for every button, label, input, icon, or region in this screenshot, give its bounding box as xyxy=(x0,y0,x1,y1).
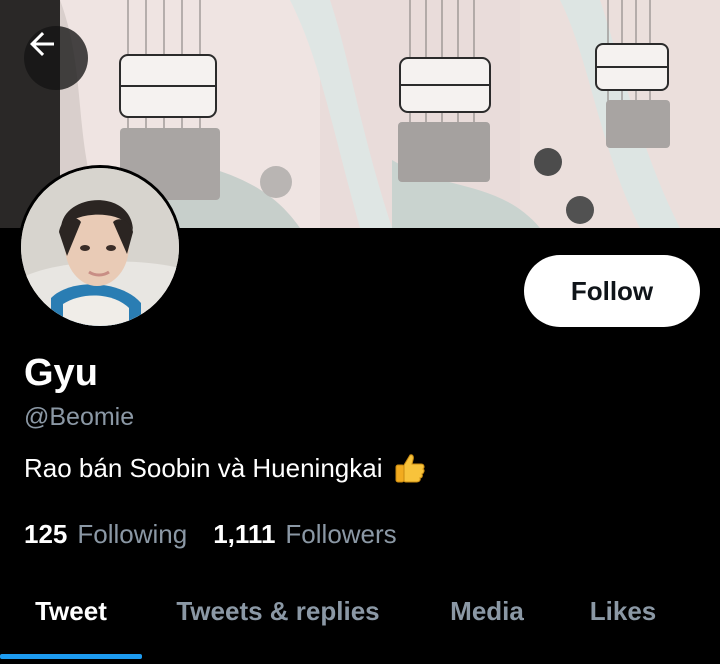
tab-likes[interactable]: Likes xyxy=(572,580,674,642)
back-button[interactable] xyxy=(24,26,88,90)
profile-bio: Rao bán Soobin và Hueningkai xyxy=(24,451,426,485)
tab-media[interactable]: Media xyxy=(428,580,546,642)
profile-tabs: Tweet Tweets & replies Media Likes xyxy=(0,580,720,664)
following-link[interactable]: 125 Following xyxy=(24,517,187,551)
avatar[interactable] xyxy=(18,165,182,329)
following-label: Following xyxy=(77,519,188,549)
user-handle: @Beomie xyxy=(24,403,135,431)
active-tab-indicator xyxy=(0,654,142,659)
avatar-photo xyxy=(21,168,179,326)
following-count: 125 xyxy=(24,519,68,549)
bio-text: Rao bán Soobin và Hueningkai xyxy=(24,453,383,483)
follow-button[interactable]: Follow xyxy=(524,255,700,327)
tab-tweet[interactable]: Tweet xyxy=(0,580,142,642)
arrow-left-icon xyxy=(30,32,54,56)
thumbs-up-icon xyxy=(392,451,426,485)
follow-stats: 125 Following 1,111 Followers xyxy=(24,517,397,551)
followers-label: Followers xyxy=(285,519,397,549)
followers-link[interactable]: 1,111 Followers xyxy=(213,517,396,551)
tab-tweets-and-replies[interactable]: Tweets & replies xyxy=(158,580,398,642)
display-name: Gyu xyxy=(24,352,98,394)
followers-count: 1,111 xyxy=(213,519,276,549)
